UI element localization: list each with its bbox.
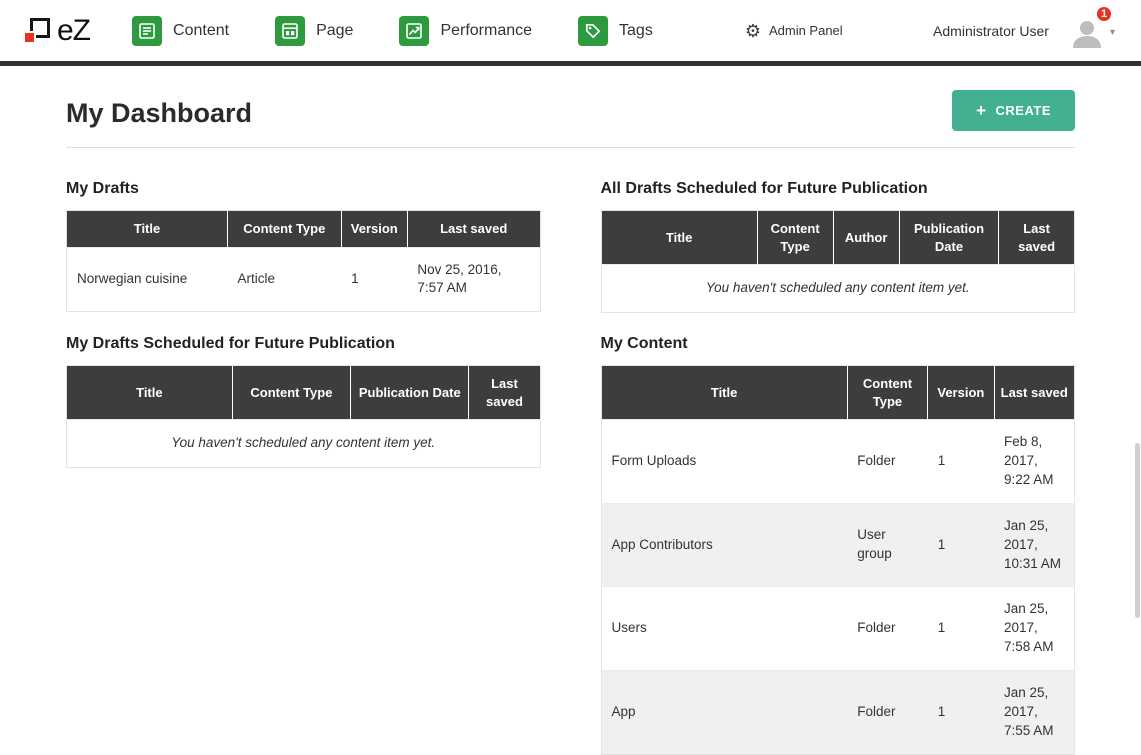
table-cell: Jan 25, 2017, 10:31 AM	[994, 503, 1075, 587]
page-title: My Dashboard	[66, 98, 252, 129]
user-menu[interactable]: 1 ▾	[1065, 14, 1119, 48]
column-header: Title	[67, 211, 228, 248]
admin-panel-label: Admin Panel	[769, 23, 843, 38]
dashboard-grid: My Drafts TitleContent TypeVersionLast s…	[66, 166, 1075, 755]
content-icon	[132, 16, 162, 46]
table-cell: Jan 25, 2017, 7:58 AM	[994, 587, 1075, 671]
user-name: Administrator User	[933, 23, 1049, 39]
table-cell: 1	[928, 420, 994, 504]
table-cell: Form Uploads	[601, 420, 847, 504]
table-cell: Nov 25, 2016, 7:57 AM	[407, 247, 540, 312]
table-row[interactable]: Form UploadsFolder1Feb 8, 2017, 9:22 AM	[601, 420, 1075, 504]
column-header: Last saved	[469, 365, 540, 419]
column-header: Content Type	[232, 365, 350, 419]
column-header: Last saved	[999, 211, 1075, 265]
table-cell: Folder	[847, 671, 927, 755]
column-header: Author	[833, 211, 899, 265]
column-header: Title	[67, 365, 233, 419]
tags-icon	[578, 16, 608, 46]
table-cell: 1	[341, 247, 407, 312]
page-title-rule	[66, 147, 1075, 148]
page-icon	[275, 16, 305, 46]
empty-message: You haven't scheduled any content item y…	[67, 420, 541, 468]
column-header: Content Type	[757, 211, 833, 265]
column-header: Title	[601, 365, 847, 419]
table-cell: Folder	[847, 587, 927, 671]
dashboard-main: My Dashboard + CREATE My Drafts TitleCon…	[0, 66, 1141, 755]
my-drafts-scheduled-table: TitleContent TypePublication DateLast sa…	[66, 365, 541, 468]
empty-row: You haven't scheduled any content item y…	[67, 420, 541, 468]
column-header: Content Type	[847, 365, 927, 419]
gear-icon: ⚙	[745, 22, 761, 40]
column-header: Content Type	[227, 211, 341, 248]
nav-item-label: Tags	[619, 22, 653, 40]
column-header: Version	[341, 211, 407, 248]
section-my-drafts-scheduled: My Drafts Scheduled for Future Publicati…	[66, 321, 541, 755]
ez-logo-icon	[22, 15, 54, 47]
section-title: My Content	[601, 335, 1076, 353]
create-button-label: CREATE	[996, 103, 1051, 118]
nav-item-content[interactable]: Content	[132, 16, 229, 46]
table-row[interactable]: App ContributorsUser group1Jan 25, 2017,…	[601, 503, 1075, 587]
plus-icon: +	[976, 102, 986, 119]
notification-badge[interactable]: 1	[1095, 5, 1113, 23]
section-all-drafts-scheduled: All Drafts Scheduled for Future Publicat…	[601, 166, 1076, 313]
table-cell: Norwegian cuisine	[67, 247, 228, 312]
table-cell: 1	[928, 587, 994, 671]
ez-logo-red-square	[23, 31, 36, 44]
column-header: Version	[928, 365, 994, 419]
table-row[interactable]: AppFolder1Jan 25, 2017, 7:55 AM	[601, 671, 1075, 755]
table-cell: App	[601, 671, 847, 755]
column-header: Title	[601, 211, 757, 265]
empty-message: You haven't scheduled any content item y…	[601, 265, 1075, 313]
section-title: All Drafts Scheduled for Future Publicat…	[601, 180, 1076, 198]
column-header: Publication Date	[351, 365, 469, 419]
nav-item-label: Performance	[440, 22, 532, 40]
nav-item-page[interactable]: Page	[275, 16, 353, 46]
table-cell: Jan 25, 2017, 7:55 AM	[994, 671, 1075, 755]
section-title: My Drafts	[66, 180, 541, 198]
my-content-table: TitleContent TypeVersionLast savedForm U…	[601, 365, 1076, 755]
nav-item-performance[interactable]: Performance	[399, 16, 532, 46]
chevron-down-icon: ▾	[1110, 27, 1115, 38]
table-cell: App Contributors	[601, 503, 847, 587]
main-nav: Content Page Performance Tags	[132, 16, 653, 46]
ez-logo-text: eZ	[57, 16, 90, 46]
section-my-content: My Content TitleContent TypeVersionLast …	[601, 321, 1076, 755]
top-bar: eZ Content Page Performance Tags	[0, 0, 1141, 61]
table-cell: 1	[928, 503, 994, 587]
table-cell: 1	[928, 671, 994, 755]
column-header: Last saved	[407, 211, 540, 248]
my-drafts-table: TitleContent TypeVersionLast savedNorweg…	[66, 210, 541, 312]
table-row[interactable]: Norwegian cuisineArticle1Nov 25, 2016, 7…	[67, 247, 541, 312]
nav-item-label: Page	[316, 22, 353, 40]
scrollbar-thumb[interactable]	[1135, 443, 1140, 618]
table-cell: User group	[847, 503, 927, 587]
table-cell: Folder	[847, 420, 927, 504]
nav-item-label: Content	[173, 22, 229, 40]
nav-item-tags[interactable]: Tags	[578, 16, 653, 46]
table-cell: Users	[601, 587, 847, 671]
column-header: Last saved	[994, 365, 1075, 419]
all-drafts-scheduled-table: TitleContent TypeAuthorPublication DateL…	[601, 210, 1076, 313]
create-button[interactable]: + CREATE	[952, 90, 1075, 131]
table-row[interactable]: UsersFolder1Jan 25, 2017, 7:58 AM	[601, 587, 1075, 671]
section-my-drafts: My Drafts TitleContent TypeVersionLast s…	[66, 166, 541, 313]
table-cell: Article	[227, 247, 341, 312]
section-title: My Drafts Scheduled for Future Publicati…	[66, 335, 541, 353]
performance-icon	[399, 16, 429, 46]
column-header: Publication Date	[899, 211, 998, 265]
ez-logo[interactable]: eZ	[22, 15, 90, 47]
table-cell: Feb 8, 2017, 9:22 AM	[994, 420, 1075, 504]
empty-row: You haven't scheduled any content item y…	[601, 265, 1075, 313]
admin-panel-button[interactable]: ⚙ Admin Panel	[745, 22, 843, 40]
